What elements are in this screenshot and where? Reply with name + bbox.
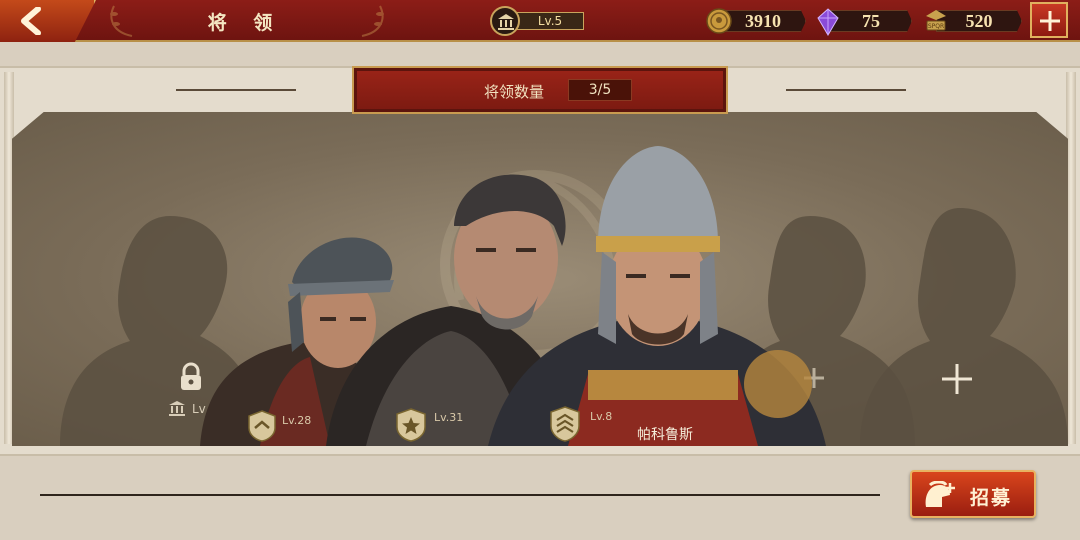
recruit-button[interactable]: 招募 xyxy=(910,470,1036,518)
bottom-divider xyxy=(40,494,880,496)
general-level-3: Lv.8 xyxy=(590,410,613,423)
laurel-right-icon xyxy=(361,5,384,37)
gem-amount: 75 xyxy=(830,10,912,32)
rank-badge-icon-1 xyxy=(248,410,276,442)
plus-icon xyxy=(1040,11,1060,31)
general-count-value: 3/5 xyxy=(568,79,632,101)
recruit-label: 招募 xyxy=(970,487,1013,509)
temple-small-icon xyxy=(169,401,185,416)
gold-amount: 3910 xyxy=(720,10,806,32)
general-count-banner: 将领数量 3/5 xyxy=(352,66,728,114)
top-bar: 将 领 Lv.5 3910 75 520 SPQR xyxy=(0,0,1080,42)
building-level[interactable]: Lv.5 xyxy=(490,6,594,36)
laurel-left-icon xyxy=(110,5,133,37)
spqr-icon: SPQR xyxy=(926,10,946,31)
gold-coin-icon xyxy=(706,8,732,34)
gold-resource[interactable]: 3910 xyxy=(706,8,806,34)
general-name-3: 帕科鲁斯 xyxy=(637,427,693,443)
add-resource-button[interactable] xyxy=(1030,2,1068,38)
add-general-plus-icon-2[interactable] xyxy=(940,362,974,396)
temple-icon xyxy=(490,6,520,36)
back-button[interactable] xyxy=(0,0,96,42)
divider-left xyxy=(176,89,296,91)
empty-slot-silhouette-2[interactable] xyxy=(860,206,1070,446)
svg-text:SPQR: SPQR xyxy=(928,23,944,30)
general-count-label: 将领数量 xyxy=(484,83,545,101)
page-title: 将 领 xyxy=(207,12,283,34)
back-arrow-icon xyxy=(21,7,41,35)
divider-right xyxy=(786,89,906,91)
building-level-text: Lv.5 xyxy=(516,12,584,30)
food-resource[interactable]: 520 SPQR xyxy=(922,8,1022,34)
general-portrait-parthian[interactable] xyxy=(488,144,828,446)
general-level-2: Lv.31 xyxy=(434,411,464,424)
recruit-helmet-icon xyxy=(925,481,955,507)
rank-badge-icon-2 xyxy=(396,408,426,442)
gem-resource[interactable]: 75 xyxy=(816,8,912,36)
general-level-1: Lv.28 xyxy=(282,414,312,427)
rank-badge-icon-3 xyxy=(550,406,580,442)
purple-gem-icon xyxy=(817,8,839,36)
